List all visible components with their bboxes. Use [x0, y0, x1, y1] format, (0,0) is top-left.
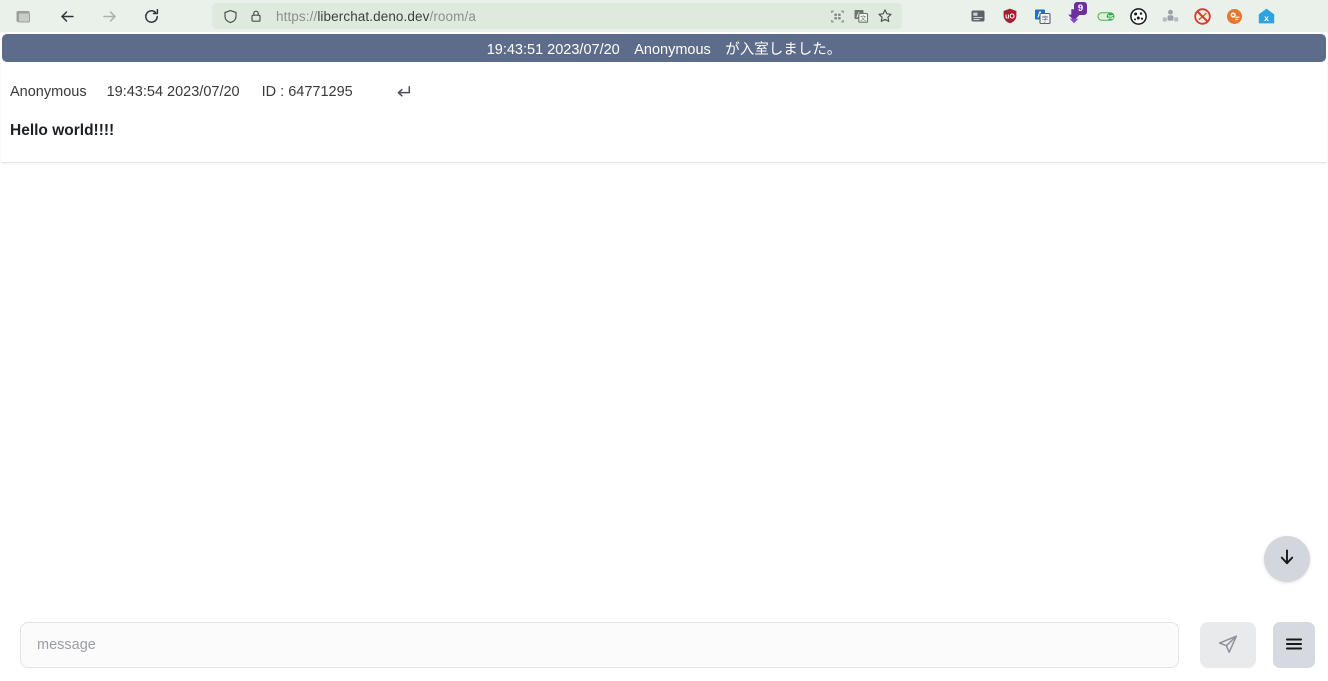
user-agent-switcher-icon[interactable] — [1154, 0, 1186, 32]
password-manager-icon[interactable] — [962, 0, 994, 32]
extensions-tray: uO A 字 9 — [962, 0, 1282, 32]
message-input[interactable] — [20, 622, 1179, 668]
message-header: Anonymous 19:43:54 2023/07/20 ID : 64771… — [1, 82, 1327, 102]
ad-blocker-icon[interactable] — [1186, 0, 1218, 32]
send-button[interactable] — [1200, 622, 1256, 668]
privacy-badger-icon[interactable] — [1218, 0, 1250, 32]
ublock-origin-icon[interactable]: uO — [994, 0, 1026, 32]
menu-button[interactable] — [1273, 622, 1315, 668]
svg-text:x: x — [1264, 13, 1269, 23]
messages-list: Anonymous 19:43:54 2023/07/20 ID : 64771… — [0, 64, 1328, 609]
url-path: /room/a — [429, 8, 476, 24]
sidebar-panel-icon[interactable] — [8, 1, 38, 31]
download-badge-count: 9 — [1074, 2, 1087, 15]
message-composer — [0, 609, 1328, 681]
cookie-manager-icon[interactable] — [1122, 0, 1154, 32]
arrow-down-icon — [1276, 546, 1298, 573]
svg-text:JS: JS — [1107, 15, 1114, 21]
hamburger-menu-icon — [1283, 633, 1305, 658]
download-helper-icon[interactable]: 9 — [1058, 0, 1090, 32]
message-timestamp: 19:43:54 2023/07/20 — [106, 84, 240, 100]
join-notice-banner: 19:43:51 2023/07/20 Anonymous が入室しました。 — [2, 34, 1326, 62]
address-bar-actions: A 文 — [825, 4, 897, 28]
back-button[interactable] — [52, 1, 82, 31]
message-author: Anonymous — [10, 84, 87, 100]
address-bar[interactable]: https://liberchat.deno.dev/room/a A — [212, 3, 902, 29]
url-host: liberchat.deno.dev — [317, 8, 430, 24]
forward-button[interactable] — [94, 1, 124, 31]
browser-window: https://liberchat.deno.dev/room/a A — [0, 0, 1328, 681]
browser-toolbar: https://liberchat.deno.dev/room/a A — [0, 0, 1328, 32]
chat-page: 19:43:51 2023/07/20 Anonymous が入室しました。 A… — [0, 32, 1328, 681]
home-extension-icon[interactable]: x — [1250, 0, 1282, 32]
scroll-to-bottom-button[interactable] — [1264, 536, 1310, 582]
message-item: Anonymous 19:43:54 2023/07/20 ID : 64771… — [1, 64, 1327, 163]
javascript-toggle-icon[interactable]: JS — [1090, 0, 1122, 32]
reply-arrow-icon[interactable] — [391, 81, 417, 103]
shield-icon[interactable] — [218, 4, 242, 28]
svg-text:文: 文 — [860, 15, 866, 23]
svg-text:uO: uO — [1005, 13, 1015, 20]
reload-button[interactable] — [136, 1, 166, 31]
url-text[interactable]: https://liberchat.deno.dev/room/a — [276, 9, 825, 24]
translate-extension-icon[interactable]: A 字 — [1026, 0, 1058, 32]
lock-icon[interactable] — [244, 4, 268, 28]
qr-code-icon[interactable] — [825, 4, 849, 28]
svg-text:字: 字 — [1041, 14, 1048, 23]
message-body: Hello world!!!! — [10, 122, 115, 139]
url-scheme: https:// — [276, 8, 318, 24]
send-icon — [1217, 633, 1239, 658]
translate-icon[interactable]: A 文 — [849, 4, 873, 28]
bookmark-star-icon[interactable] — [873, 4, 897, 28]
message-user-id: ID : 64771295 — [261, 84, 353, 100]
